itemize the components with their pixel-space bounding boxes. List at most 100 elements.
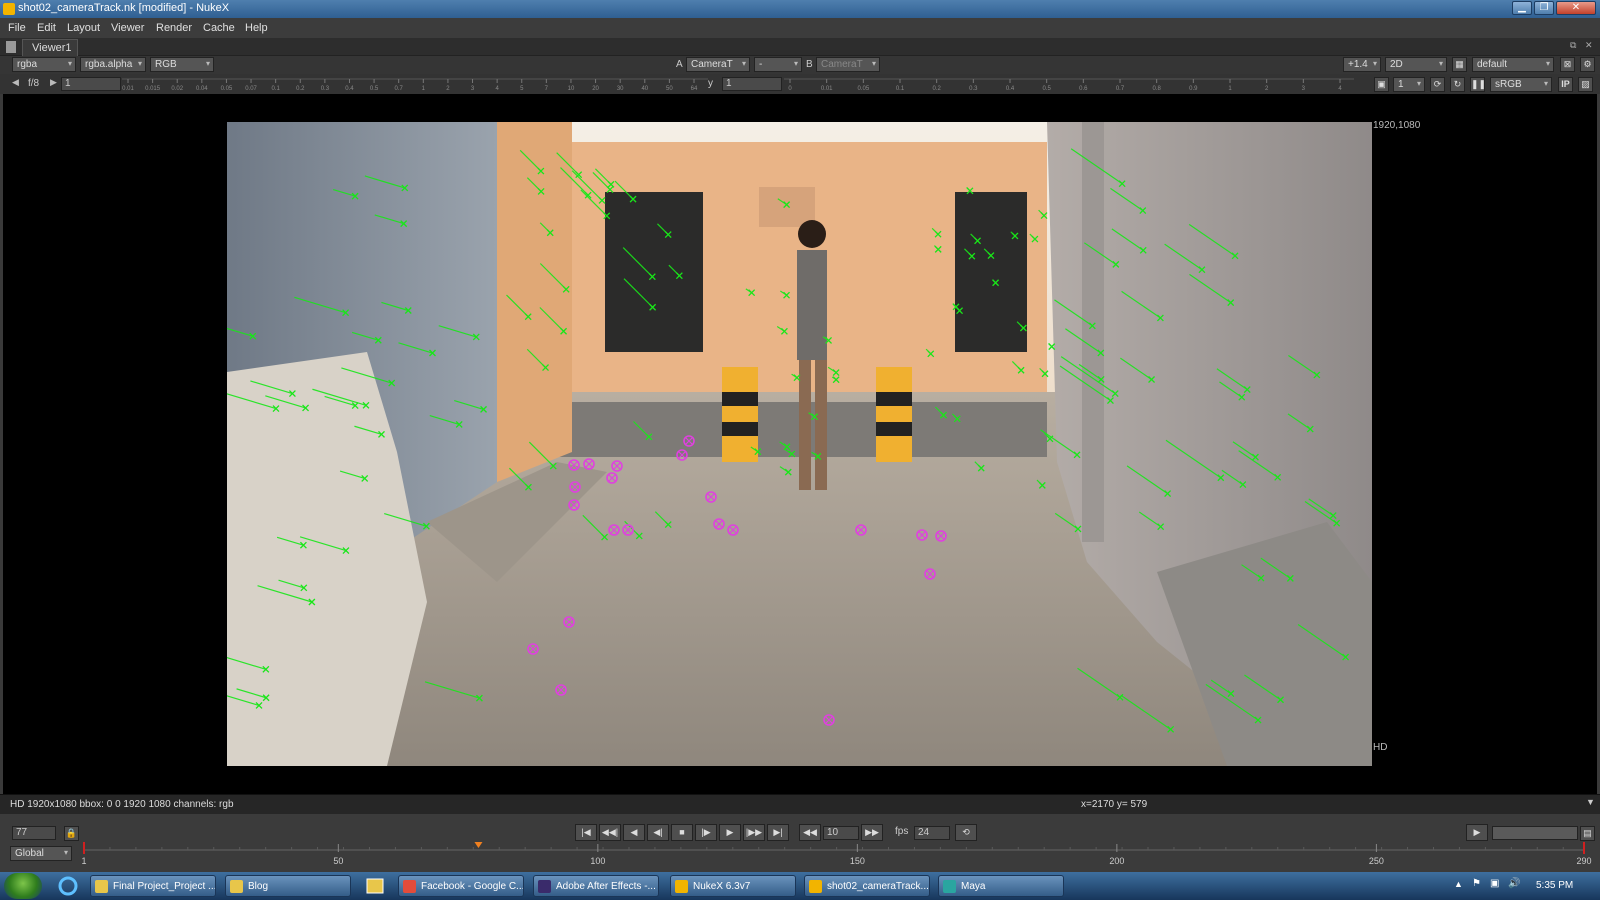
frame-range-dropdown[interactable]: Global: [10, 846, 72, 861]
fstop-decrease-icon[interactable]: ◀: [12, 77, 19, 88]
camera-track-frame[interactable]: [227, 122, 1372, 766]
system-clock[interactable]: 5:35 PM: [1536, 880, 1573, 891]
lock-icon[interactable]: 🔒: [64, 826, 79, 841]
menu-edit[interactable]: Edit: [37, 22, 56, 34]
taskbar-item-label: Adobe After Effects -...: [556, 881, 656, 892]
loop-mode-icon[interactable]: ⟲: [955, 824, 977, 841]
timeline-settings-icon[interactable]: ▤: [1580, 826, 1595, 841]
view-mode-dropdown[interactable]: 2D: [1385, 57, 1447, 72]
flipbook-icon[interactable]: ▶: [1466, 824, 1488, 841]
gamma-field[interactable]: 1: [722, 77, 782, 91]
taskbar-item[interactable]: Final Project_Project ...: [90, 875, 216, 897]
ruler-tick-label: 2: [1265, 86, 1269, 91]
menu-file[interactable]: File: [8, 22, 26, 34]
gamma-slider[interactable]: 0 0.01 0.05 0.1 0.2 0.3 0.4 0.5 0.6 0.7 0.8 0.9 1 2 3 4: [784, 77, 1354, 91]
step-back-increment-button[interactable]: ◀◀: [799, 824, 821, 841]
channels-dropdown[interactable]: rgba: [12, 57, 76, 72]
fps-field[interactable]: 24: [914, 826, 950, 840]
pause-icon[interactable]: ❚❚: [1470, 77, 1486, 92]
tab-viewer1[interactable]: Viewer1: [22, 39, 78, 56]
close-pane-icon[interactable]: ✕: [1585, 40, 1593, 51]
close-button[interactable]: ✕: [1556, 1, 1596, 15]
ruler-tick-label: 10: [568, 86, 575, 91]
play-backward-button[interactable]: ◀|: [647, 824, 669, 841]
volume-icon[interactable]: 🔊: [1508, 878, 1520, 889]
first-frame-button[interactable]: |◀: [575, 824, 597, 841]
input-process-button[interactable]: IP: [1558, 77, 1573, 92]
quick-launch-icon[interactable]: [362, 875, 388, 897]
display-channel-dropdown[interactable]: RGB: [150, 57, 214, 72]
lut-preset-dropdown[interactable]: default: [1472, 57, 1554, 72]
tray-expand-icon[interactable]: ▲: [1454, 879, 1463, 889]
colorspace-dropdown[interactable]: sRGB: [1490, 77, 1552, 92]
next-keyframe-button[interactable]: |▶▶: [743, 824, 765, 841]
alpha-channel-dropdown[interactable]: rgba.alpha: [80, 57, 146, 72]
zoom-dropdown[interactable]: +1.4: [1343, 57, 1381, 72]
timeline-ruler[interactable]: 15010015020025029077: [76, 842, 1600, 872]
proxy-dropdown[interactable]: 1: [1393, 77, 1425, 92]
timeline-tick-label: 1: [81, 856, 86, 866]
info-collapse-icon[interactable]: ▼: [1586, 797, 1595, 807]
stop-button[interactable]: ■: [671, 824, 693, 841]
timeline-tick-label: 150: [850, 856, 865, 866]
gain-field[interactable]: 1: [61, 77, 121, 91]
wipe-mode-dropdown[interactable]: -: [754, 57, 802, 72]
gain-slider[interactable]: 0.01 0.015 0.02 0.04 0.05 0.07 0.1 0.2 0.3 0.4 0.5…: [122, 77, 708, 91]
taskbar-item[interactable]: Adobe After Effects -...: [533, 875, 659, 897]
menu-cache[interactable]: Cache: [203, 22, 235, 34]
overlay-icon[interactable]: ▨: [1578, 77, 1593, 92]
previous-keyframe-button[interactable]: ◀◀|: [599, 824, 621, 841]
ruler-tick-label: 0: [788, 86, 792, 91]
taskbar-item[interactable]: Blog: [225, 875, 351, 897]
taskbar-item[interactable]: shot02_cameraTrack....: [804, 875, 930, 897]
proxy-icon[interactable]: ▣: [1374, 77, 1389, 92]
taskbar-item-label: Maya: [961, 881, 986, 892]
ruler-tick-label: 1: [422, 86, 426, 91]
fstop-label[interactable]: f/8: [28, 78, 39, 89]
ruler-tick-label: 0.4: [345, 86, 354, 91]
float-pane-icon[interactable]: ⧉: [1570, 40, 1576, 51]
ruler-tick-label: 4: [495, 86, 499, 91]
roi-icon[interactable]: ⊠: [1560, 57, 1575, 72]
ruler-tick-label: 7: [545, 86, 549, 91]
current-frame-field[interactable]: 77: [12, 826, 56, 840]
ruler-tick-label: 2: [446, 86, 450, 91]
settings-icon[interactable]: ⚙: [1580, 57, 1595, 72]
start-button[interactable]: [4, 873, 42, 899]
refresh-icon[interactable]: ⟳: [1430, 77, 1445, 92]
play-forward-button[interactable]: |▶: [695, 824, 717, 841]
step-forward-increment-button[interactable]: ▶▶: [861, 824, 883, 841]
drain-pipe: [1082, 122, 1104, 542]
input-b-dropdown[interactable]: CameraT: [816, 57, 880, 72]
range-field[interactable]: [1492, 826, 1578, 840]
input-a-dropdown[interactable]: CameraT: [686, 57, 750, 72]
taskbar-app-icon: [230, 880, 243, 893]
windows-taskbar: Final Project_Project ... Blog Facebook - …: [0, 872, 1600, 900]
taskbar-item[interactable]: Maya: [938, 875, 1064, 897]
fstop-increase-icon[interactable]: ▶: [50, 77, 57, 88]
pane-menu-icon[interactable]: [6, 41, 16, 53]
internet-explorer-icon[interactable]: [55, 875, 81, 897]
lut-icon[interactable]: ▦: [1452, 57, 1467, 72]
menu-viewer[interactable]: Viewer: [111, 22, 144, 34]
restore-button[interactable]: ❐: [1534, 1, 1554, 15]
ruler-tick-label: 0.3: [321, 86, 330, 91]
taskbar-item-label: NukeX 6.3v7: [693, 881, 751, 892]
taskbar-item[interactable]: Facebook - Google C...: [398, 875, 524, 897]
network-icon[interactable]: ▣: [1490, 878, 1499, 889]
ruler-tick-label: 0.02: [171, 86, 183, 91]
menu-layout[interactable]: Layout: [67, 22, 100, 34]
menu-help[interactable]: Help: [245, 22, 268, 34]
increment-field[interactable]: 10: [823, 826, 859, 840]
cursor-coordinates: x=2170 y= 579: [1081, 799, 1148, 810]
action-center-flag-icon[interactable]: ⚑: [1472, 878, 1481, 889]
update-icon[interactable]: ↻: [1450, 77, 1465, 92]
taskbar-item[interactable]: NukeX 6.3v7: [670, 875, 796, 897]
next-frame-button[interactable]: ▶: [719, 824, 741, 841]
ruler-tick-label: 3: [1302, 86, 1306, 91]
last-frame-button[interactable]: ▶|: [767, 824, 789, 841]
ruler-tick-label: 0.01: [122, 86, 134, 91]
minimize-button[interactable]: ▁: [1512, 1, 1532, 15]
previous-frame-button[interactable]: ◀: [623, 824, 645, 841]
menu-render[interactable]: Render: [156, 22, 192, 34]
